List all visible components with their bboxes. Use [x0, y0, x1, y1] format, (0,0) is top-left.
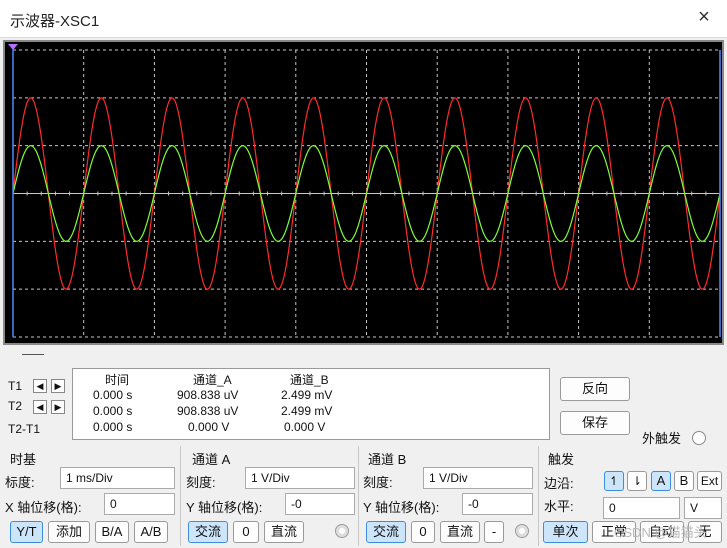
t1-time: 0.000 s — [93, 388, 133, 402]
t2-right-arrow-icon[interactable]: ▶ — [51, 400, 65, 414]
t1-right-arrow-icon[interactable]: ▶ — [51, 379, 65, 393]
trigger-level-unit[interactable]: V — [684, 497, 722, 519]
channel-b-terminal[interactable] — [515, 524, 529, 538]
panel-divider — [358, 446, 359, 546]
close-icon[interactable]: × — [693, 6, 715, 28]
channel-a-title: 通道 A — [192, 452, 231, 467]
diff-channel-a: 0.000 V — [188, 420, 230, 434]
channel-a-zero-button[interactable]: 0 — [233, 521, 259, 543]
trigger-edge-label: 边沿: — [544, 476, 574, 491]
ab-mode-button[interactable]: A/B — [134, 521, 168, 543]
watermark: CSDN @猫猫头 — [614, 525, 707, 540]
t1-left-arrow-icon[interactable]: ◀ — [33, 379, 47, 393]
yt-mode-button[interactable]: Y/T — [10, 521, 43, 543]
timebase-title: 时基 — [10, 452, 37, 467]
channel-b-title: 通道 B — [368, 452, 407, 467]
timebase-scale-field[interactable]: 1 ms/Div — [60, 467, 175, 489]
t2-channel-a: 908.838 uV — [177, 404, 239, 418]
trigger-source-ext-button[interactable]: Ext — [697, 471, 722, 491]
t1-channel-b: 2.499 mV — [281, 388, 333, 402]
save-button[interactable]: 保存 — [560, 411, 630, 435]
waveform-display — [5, 42, 722, 343]
scope-background — [5, 42, 722, 343]
channel-a-terminal[interactable] — [335, 524, 349, 538]
channel-a-ypos-label: Y 轴位移(格): — [186, 500, 263, 515]
channel-a-ypos-field[interactable]: -0 — [285, 493, 355, 515]
t2-time: 0.000 s — [93, 404, 133, 418]
single-trigger-button[interactable]: 单次 — [543, 521, 588, 543]
channel-b-zero-button[interactable]: 0 — [411, 521, 435, 543]
panel-divider — [180, 446, 181, 546]
timebase-scale-label: 标度: — [5, 475, 35, 490]
channel-a-header: 通道_A — [193, 373, 232, 387]
falling-edge-icon[interactable]: ⇂ — [627, 471, 647, 491]
channel-b-minus-button[interactable]: - — [484, 521, 504, 543]
diff-time: 0.000 s — [93, 420, 133, 434]
add-mode-button[interactable]: 添加 — [48, 521, 90, 543]
ext-trigger-terminal[interactable] — [692, 431, 706, 445]
channel-b-ypos-label: Y 轴位移(格): — [363, 500, 440, 515]
trigger-level-field[interactable]: 0 — [603, 497, 680, 519]
channel-a-dc-button[interactable]: 直流 — [264, 521, 304, 543]
t2-channel-b: 2.499 mV — [281, 404, 333, 418]
rising-edge-icon[interactable]: ↿ — [604, 471, 624, 491]
channel-b-scale-field[interactable]: 1 V/Div — [423, 467, 533, 489]
channel-a-ac-button[interactable]: 交流 — [188, 521, 228, 543]
reverse-button[interactable]: 反向 — [560, 377, 630, 401]
channel-b-ypos-field[interactable]: -0 — [462, 493, 533, 515]
t1-channel-a: 908.838 uV — [177, 388, 239, 402]
diff-channel-b: 0.000 V — [284, 420, 326, 434]
oscilloscope-screen[interactable] — [3, 40, 724, 345]
t1-label: T1 — [8, 379, 23, 393]
window-title: 示波器-XSC1 — [10, 13, 100, 30]
channel-a-scale-field[interactable]: 1 V/Div — [245, 467, 355, 489]
channel-b-ac-button[interactable]: 交流 — [366, 521, 406, 543]
t2-label: T2 — [8, 399, 23, 413]
trigger-title: 触发 — [548, 452, 575, 467]
trigger-level-label: 水平: — [544, 499, 574, 514]
trigger-source-a-button[interactable]: A — [651, 471, 671, 491]
timebase-xpos-label: X 轴位移(格): — [5, 500, 82, 515]
trigger-source-b-button[interactable]: B — [674, 471, 694, 491]
time-header: 时间 — [105, 373, 130, 387]
channel-b-header: 通道_B — [290, 373, 329, 387]
channel-b-dc-button[interactable]: 直流 — [440, 521, 480, 543]
title-bar: 示波器-XSC1 × — [0, 0, 727, 38]
panel-divider — [538, 446, 539, 546]
ba-mode-button[interactable]: B/A — [95, 521, 129, 543]
t2-t1-label: T2-T1 — [8, 422, 41, 436]
channel-a-scale-label: 刻度: — [186, 475, 216, 490]
measurement-table: 时间 通道_A 通道_B 0.000 s 908.838 uV 2.499 mV… — [72, 368, 550, 440]
channel-b-scale-label: 刻度: — [363, 475, 393, 490]
ext-trigger-label: 外触发 — [642, 431, 682, 446]
timebase-xpos-field[interactable]: 0 — [104, 493, 175, 515]
t2-left-arrow-icon[interactable]: ◀ — [33, 400, 47, 414]
splitter-handle[interactable] — [22, 354, 44, 355]
